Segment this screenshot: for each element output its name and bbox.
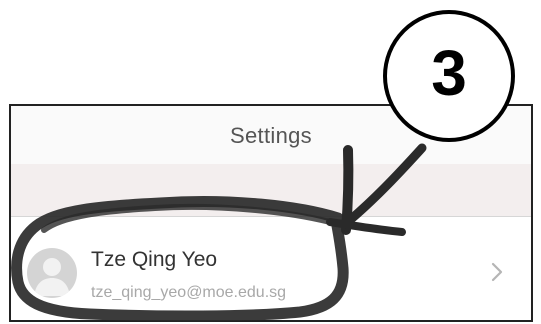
profile-email: tze_qing_yeo@moe.edu.sg [91,284,287,301]
section-separator [11,164,531,217]
chevron-right-icon [485,258,509,286]
profile-row[interactable]: Tze Qing Yeo tze_qing_yeo@moe.edu.sg [11,218,531,320]
step-badge: 3 [383,10,515,142]
step-number: 3 [431,37,467,109]
avatar-icon [27,248,77,298]
page-title: Settings [230,123,312,148]
profile-name: Tze Qing Yeo [91,248,218,271]
